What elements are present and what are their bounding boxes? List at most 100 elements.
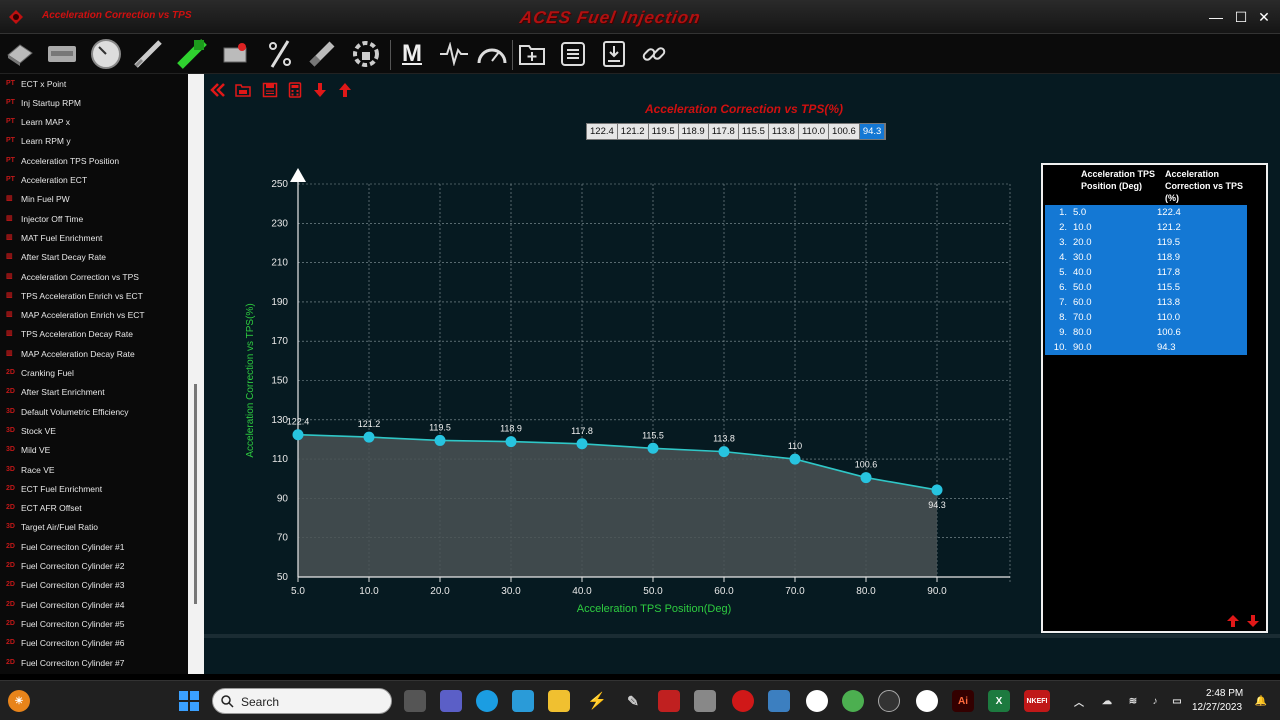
sidebar-item[interactable]: PT Acceleration TPS Position: [0, 151, 188, 170]
correction-cell[interactable]: 118.9: [1157, 252, 1237, 263]
red-app-icon[interactable]: [658, 690, 680, 712]
edge-icon[interactable]: [476, 690, 498, 712]
tps-cell[interactable]: 20.0: [1073, 237, 1157, 248]
sidebar-item[interactable]: ▥ MAP Acceleration Enrich vs ECT: [0, 306, 188, 325]
data-point[interactable]: [931, 484, 943, 496]
widgets-icon[interactable]: ☀: [8, 690, 30, 712]
taskbar-search-box[interactable]: Search: [212, 688, 392, 714]
sidebar-item[interactable]: 2D Fuel Correciton Cylinder #2: [0, 557, 188, 576]
obs-icon[interactable]: [878, 690, 900, 712]
table-row[interactable]: 3. 20.0 119.5: [1045, 235, 1247, 250]
sidebar-item[interactable]: PT Acceleration ECT: [0, 171, 188, 190]
tps-cell[interactable]: 90.0: [1073, 342, 1157, 353]
data-point[interactable]: [789, 453, 801, 465]
volume-icon[interactable]: ♪: [1144, 690, 1166, 712]
gear-lock-icon[interactable]: [350, 38, 382, 70]
correction-cell[interactable]: 122.4: [1157, 207, 1237, 218]
percent-icon[interactable]: [264, 38, 296, 70]
link-icon[interactable]: [638, 38, 670, 70]
sidebar-item[interactable]: ▥ Acceleration Correction vs TPS: [0, 267, 188, 286]
macro-m-icon[interactable]: M: [396, 38, 428, 70]
sidebar-item[interactable]: ▥ MAT Fuel Enrichment: [0, 228, 188, 247]
download-icon[interactable]: [598, 38, 630, 70]
tps-cell[interactable]: 10.0: [1073, 222, 1157, 233]
sidebar-item[interactable]: 3D Race VE: [0, 460, 188, 479]
teams-icon[interactable]: [440, 690, 462, 712]
table-row[interactable]: 8. 70.0 110.0: [1045, 310, 1247, 325]
speedometer-icon[interactable]: [476, 38, 508, 70]
injector-icon[interactable]: [132, 38, 164, 70]
table-row[interactable]: 6. 50.0 115.5: [1045, 280, 1247, 295]
sidebar-item[interactable]: PT ECT x Point: [0, 74, 188, 93]
sidebar-item[interactable]: 3D Mild VE: [0, 441, 188, 460]
table-row[interactable]: 4. 30.0 118.9: [1045, 250, 1247, 265]
correction-cell[interactable]: 113.8: [1157, 297, 1237, 308]
sidebar-item[interactable]: ▥ TPS Acceleration Enrich vs ECT: [0, 286, 188, 305]
notepad-icon[interactable]: [512, 690, 534, 712]
tps-cell[interactable]: 70.0: [1073, 312, 1157, 323]
scrollbar-thumb[interactable]: [194, 384, 197, 604]
chrome-icon[interactable]: [842, 690, 864, 712]
snip-icon[interactable]: [694, 690, 716, 712]
correction-cell[interactable]: 100.6: [1157, 327, 1237, 338]
move-up-icon[interactable]: [1227, 615, 1239, 627]
sidebar-item[interactable]: ▥ TPS Acceleration Decay Rate: [0, 325, 188, 344]
teamviewer-icon[interactable]: [806, 690, 828, 712]
table-row[interactable]: 9. 80.0 100.6: [1045, 325, 1247, 340]
sidebar-item[interactable]: ▥ Min Fuel PW: [0, 190, 188, 209]
battery-icon[interactable]: ▭: [1166, 690, 1188, 712]
sidebar-item[interactable]: PT Learn RPM y: [0, 132, 188, 151]
wifi-icon[interactable]: ≋: [1122, 690, 1144, 712]
keyboard-icon[interactable]: [46, 38, 78, 70]
pulse-icon[interactable]: [438, 38, 470, 70]
sidebar-item[interactable]: 2D Fuel Correciton Cylinder #4: [0, 595, 188, 614]
tps-cell[interactable]: 80.0: [1073, 327, 1157, 338]
sidebar-item[interactable]: 2D ECT Fuel Enrichment: [0, 479, 188, 498]
sidebar-scrollbar[interactable]: [188, 74, 204, 674]
nkefi-icon[interactable]: NKEFI: [1024, 690, 1050, 712]
sidebar-item[interactable]: ▥ Injector Off Time: [0, 209, 188, 228]
gauge-clock-icon[interactable]: [90, 38, 122, 70]
data-point[interactable]: [576, 438, 588, 450]
sidebar-item[interactable]: 2D Cranking Fuel: [0, 364, 188, 383]
data-point[interactable]: [434, 434, 446, 446]
excel-icon[interactable]: X: [988, 690, 1010, 712]
maximize-button[interactable]: ☐: [1231, 8, 1251, 26]
correction-cell[interactable]: 110.0: [1157, 312, 1237, 323]
tps-cell[interactable]: 60.0: [1073, 297, 1157, 308]
sidebar-item[interactable]: 2D Fuel Correciton Cylinder #3: [0, 576, 188, 595]
data-point[interactable]: [718, 446, 730, 458]
power-automate-icon[interactable]: ⚡: [586, 690, 608, 712]
cloud-icon[interactable]: ☁: [1096, 690, 1118, 712]
sidebar-item[interactable]: 2D Fuel Correciton Cylinder #7: [0, 653, 188, 672]
sidebar-item[interactable]: 3D Target Air/Fuel Ratio: [0, 518, 188, 537]
correction-cell[interactable]: 115.5: [1157, 282, 1237, 293]
table-row[interactable]: 1. 5.0 122.4: [1045, 205, 1247, 220]
minimize-button[interactable]: —: [1206, 8, 1226, 26]
data-point[interactable]: [363, 431, 375, 443]
move-down-icon[interactable]: [1247, 615, 1259, 627]
sidebar-item[interactable]: ▥ MAP Acceleration Decay Rate: [0, 344, 188, 363]
teamviewer2-icon[interactable]: [916, 690, 938, 712]
list-icon[interactable]: [557, 38, 589, 70]
tps-cell[interactable]: 40.0: [1073, 267, 1157, 278]
table-row[interactable]: 10. 90.0 94.3: [1045, 340, 1247, 355]
data-point[interactable]: [292, 429, 304, 441]
sidebar-item[interactable]: ▥ After Start Decay Rate: [0, 248, 188, 267]
start-icon[interactable]: [178, 690, 200, 712]
tps-cell[interactable]: 30.0: [1073, 252, 1157, 263]
table-row[interactable]: 7. 60.0 113.8: [1045, 295, 1247, 310]
sidebar-item[interactable]: 2D Fuel Correciton Cylinder #5: [0, 614, 188, 633]
table-row[interactable]: 5. 40.0 117.8: [1045, 265, 1247, 280]
spark-plug-icon[interactable]: [306, 38, 338, 70]
tools-icon[interactable]: ✎: [622, 690, 644, 712]
sidebar-item[interactable]: 2D Fuel Correciton Cylinder #1: [0, 537, 188, 556]
sidebar-item[interactable]: 2D ECT AFR Offset: [0, 499, 188, 518]
sidebar-item[interactable]: PT Learn MAP x: [0, 113, 188, 132]
data-point[interactable]: [860, 472, 872, 484]
illustrator-icon[interactable]: Ai: [952, 690, 974, 712]
notification-bell-icon[interactable]: 🔔: [1250, 690, 1272, 712]
sensor-icon[interactable]: [176, 38, 208, 70]
correction-cell[interactable]: 119.5: [1157, 237, 1237, 248]
correction-cell[interactable]: 121.2: [1157, 222, 1237, 233]
